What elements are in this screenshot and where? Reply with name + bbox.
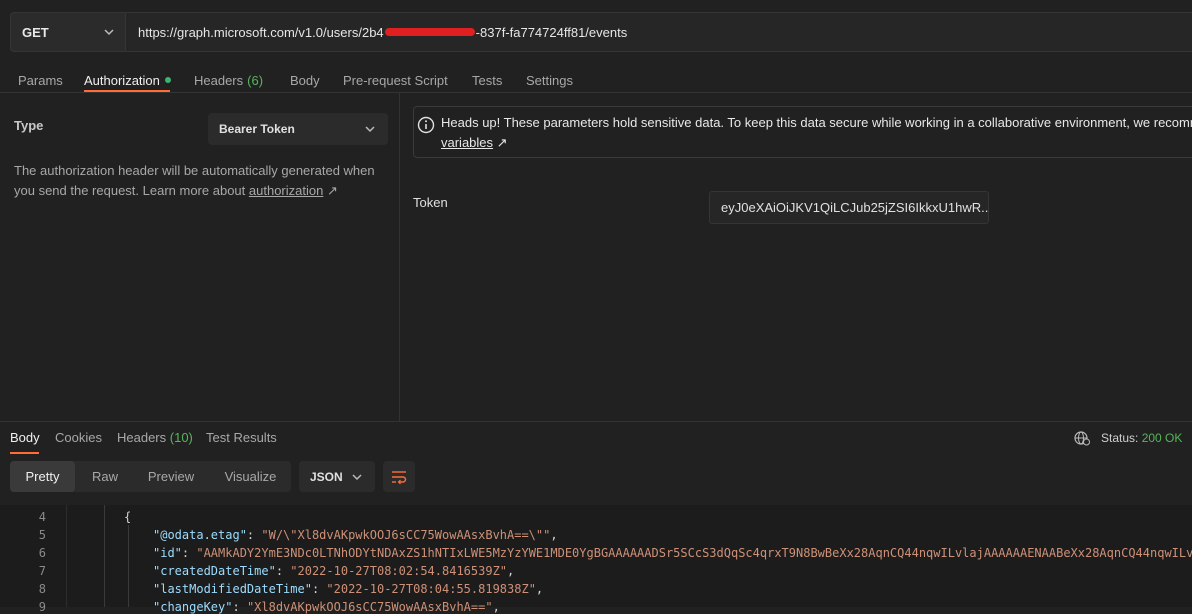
chevron-down-icon (352, 474, 362, 481)
info-icon (417, 116, 435, 134)
notice-link-row: variables ↗ (441, 135, 508, 151)
tab-pre-request-script[interactable]: Pre-request Script (343, 68, 448, 92)
tab-params[interactable]: Params (18, 68, 63, 92)
json-key: "lastModifiedDateTime" (153, 582, 312, 596)
response-tab-headers[interactable]: Headers (10) (117, 430, 193, 448)
tab-count: (6) (247, 72, 264, 88)
tab-label: Pre-request Script (343, 72, 448, 88)
format-select[interactable]: JSON (299, 461, 375, 492)
json-punct: , (492, 600, 500, 614)
tab-headers[interactable]: Headers (6) (194, 68, 263, 92)
tab-label: Settings (526, 72, 573, 88)
method-label: GET (22, 24, 49, 40)
tab-label: Tests (472, 72, 503, 88)
auth-type-label: Type (14, 118, 44, 133)
line-number: 6 (38, 546, 46, 560)
json-punct: , (507, 564, 515, 578)
line-number: 4 (38, 510, 46, 524)
active-dot-icon (164, 77, 171, 83)
json-punct: , (550, 528, 558, 542)
token-label: Token (413, 195, 448, 210)
tab-count: (10) (169, 430, 193, 445)
url-suffix: -837f-fa774724ff81/events (475, 24, 628, 40)
url-input[interactable]: https://graph.microsoft.com/v1.0/users/2… (125, 12, 1192, 52)
external-link-icon: ↗ (496, 135, 508, 150)
view-preview-button[interactable]: Preview (136, 461, 206, 492)
auth-type-value: Bearer Token (219, 122, 295, 136)
wrap-lines-button[interactable] (383, 461, 415, 492)
globe-icon[interactable] (1073, 430, 1091, 446)
code-line: "@odata.etag": "W/\"Xl8dvAKpwkOOJ6sCC75W… (153, 528, 558, 542)
authorization-link[interactable]: authorization (249, 183, 323, 198)
code-brace: { (124, 510, 132, 524)
response-tab-cookies[interactable]: Cookies (55, 430, 102, 448)
tab-label: Body (290, 72, 320, 88)
method-select[interactable]: GET (10, 12, 125, 52)
json-key: "createdDateTime" (153, 564, 276, 578)
code-line: "lastModifiedDateTime": "2022-10-27T08:0… (153, 582, 544, 596)
json-value: "2022-10-27T08:02:54.8416539Z" (290, 564, 508, 578)
external-link-icon: ↗ (326, 183, 338, 198)
format-value: JSON (310, 469, 343, 484)
json-value: "Xl8dvAKpwkOOJ6sCC75WowAAsxBvhA==" (246, 600, 493, 614)
response-status: Status: 200 OK (1101, 431, 1182, 445)
json-value: "W/\"Xl8dvAKpwkOOJ6sCC75WowAAsxBvhA==\"" (261, 528, 551, 542)
tab-body[interactable]: Body (290, 68, 320, 92)
status-value: 200 OK (1141, 431, 1183, 445)
token-input[interactable]: eyJ0eXAiOiJKV1QiLCJub25jZSI6IkkxU1hwR... (709, 191, 989, 224)
wrap-lines-icon (392, 470, 407, 484)
notice-text: Heads up! These parameters hold sensitiv… (441, 115, 1192, 130)
view-raw-button[interactable]: Raw (78, 461, 132, 492)
line-number: 9 (38, 600, 46, 614)
tab-tests[interactable]: Tests (472, 68, 502, 92)
indent-guide (128, 525, 129, 607)
variables-link[interactable]: variables (441, 135, 493, 150)
divider (0, 421, 1192, 422)
code-line: "createdDateTime": "2022-10-27T08:02:54.… (153, 564, 515, 578)
line-number: 8 (38, 582, 46, 596)
json-key: "id" (153, 546, 182, 560)
gutter-divider (66, 505, 67, 607)
chevron-down-icon (104, 29, 114, 36)
tab-label: Headers (117, 430, 167, 445)
tab-authorization[interactable]: Authorization (84, 68, 171, 92)
tab-settings[interactable]: Settings (526, 68, 573, 92)
line-number: 7 (38, 564, 46, 578)
auth-description: The authorization header will be automat… (14, 161, 384, 201)
tab-label: Authorization (84, 72, 160, 88)
response-tab-body[interactable]: Body (10, 430, 40, 448)
view-pretty-button[interactable]: Pretty (10, 461, 75, 492)
redaction-mark (384, 28, 475, 36)
json-value: "AAMkADY2YmE3NDc0LTNhODYtNDAxZS1hNTIxLWE… (196, 546, 1192, 560)
json-key: "changeKey" (153, 600, 233, 614)
view-visualize-button[interactable]: Visualize (212, 461, 289, 492)
code-line: "id": "AAMkADY2YmE3NDc0LTNhODYtNDAxZS1hN… (153, 546, 1192, 560)
indent-guide (104, 505, 105, 607)
sensitive-data-notice (413, 106, 1192, 158)
auth-type-select[interactable]: Bearer Token (208, 113, 388, 145)
code-line: "changeKey": "Xl8dvAKpwkOOJ6sCC75WowAAsx… (153, 600, 500, 614)
code-line: { (124, 510, 131, 524)
json-punct: , (535, 582, 544, 596)
json-value: "2022-10-27T08:04:55.819838Z" (326, 582, 536, 596)
tab-label: Headers (194, 72, 244, 88)
tab-label: Params (18, 72, 63, 88)
chevron-down-icon (365, 126, 375, 133)
line-number: 5 (38, 528, 46, 542)
url-prefix: https://graph.microsoft.com/v1.0/users/2… (138, 24, 384, 40)
json-key: "@odata.etag" (153, 528, 247, 542)
response-tab-test-results[interactable]: Test Results (206, 430, 277, 448)
active-tab-indicator (10, 452, 39, 454)
status-label: Status: (1101, 431, 1139, 445)
